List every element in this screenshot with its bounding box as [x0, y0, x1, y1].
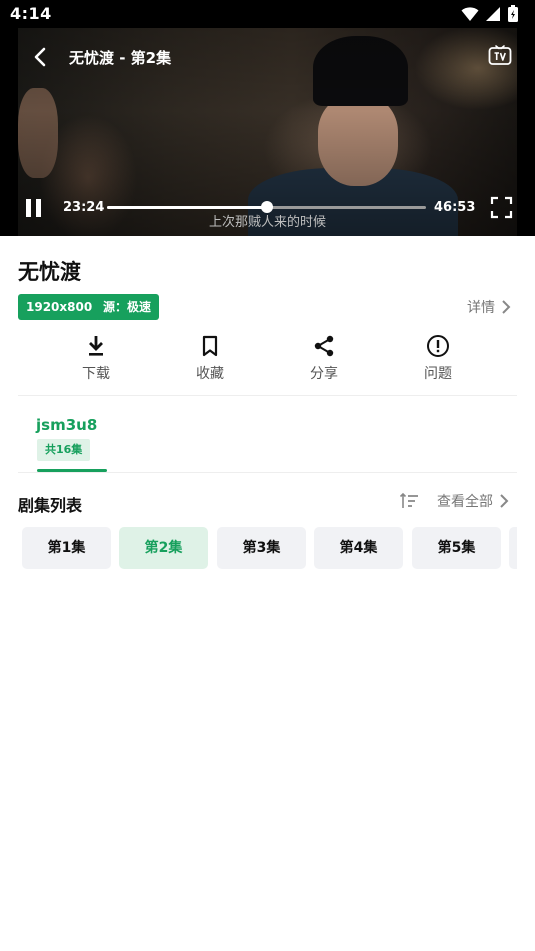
- chevron-right-icon: [502, 300, 511, 314]
- fullscreen-icon[interactable]: [490, 196, 513, 219]
- episode-button[interactable]: 第5集: [412, 527, 501, 569]
- report-issue-button[interactable]: 问题: [398, 334, 478, 383]
- episode-button-partial[interactable]: [509, 527, 517, 569]
- signal-icon: [486, 7, 500, 21]
- duration: 46:53: [434, 200, 476, 215]
- status-icons: [461, 5, 519, 23]
- back-icon[interactable]: [30, 46, 52, 68]
- source-tag: 源：极速: [95, 294, 160, 320]
- show-title: 无忧渡: [18, 260, 81, 284]
- source-name: jsm3u8: [36, 416, 98, 434]
- battery-icon: [508, 5, 518, 22]
- favorite-label: 收藏: [196, 366, 224, 382]
- favorite-button[interactable]: 收藏: [170, 334, 250, 383]
- share-label: 分享: [310, 366, 338, 382]
- episode-button[interactable]: 第3集: [217, 527, 306, 569]
- action-bar: 下载 收藏 分享 问题: [18, 334, 517, 396]
- episode-button[interactable]: 第4集: [314, 527, 403, 569]
- progress-fill: [107, 206, 267, 209]
- player-title: 无忧渡 - 第2集: [69, 49, 172, 67]
- download-label: 下载: [82, 366, 110, 382]
- share-button[interactable]: 分享: [284, 334, 364, 383]
- wifi-icon: [461, 7, 479, 21]
- view-all-link[interactable]: 查看全部: [437, 491, 509, 511]
- detail-link[interactable]: 详情: [467, 297, 511, 317]
- download-icon: [89, 336, 103, 356]
- status-time: 4:14: [10, 4, 52, 23]
- view-all-label: 查看全部: [437, 494, 493, 510]
- sort-icon[interactable]: [399, 492, 419, 510]
- status-bar: 4:14: [0, 0, 535, 28]
- episode-count-badge: 共16集: [37, 439, 91, 461]
- share-icon: [314, 335, 334, 357]
- episode-button[interactable]: 第2集: [119, 527, 208, 569]
- episode-list: 第1集 第2集 第3集 第4集 第5集: [22, 527, 517, 569]
- chevron-right-icon: [500, 494, 509, 508]
- bookmark-icon: [202, 335, 218, 357]
- episode-list-label: 剧集列表: [18, 496, 83, 515]
- episode-button[interactable]: 第1集: [22, 527, 111, 569]
- video-player[interactable]: 无忧渡 - 第2集 23:24 上次那贼人来的时候 46:53: [0, 28, 535, 236]
- detail-label: 详情: [467, 300, 495, 316]
- resolution-tag: 1920x800: [18, 294, 101, 320]
- alert-icon: [427, 335, 449, 357]
- episode-list-header: 剧集列表 查看全部: [18, 490, 517, 515]
- download-button[interactable]: 下载: [56, 334, 136, 383]
- report-issue-label: 问题: [424, 366, 452, 382]
- source-selector[interactable]: jsm3u8 共16集: [18, 397, 517, 473]
- source-active-indicator: [37, 469, 107, 472]
- cast-tv-icon[interactable]: [488, 45, 512, 67]
